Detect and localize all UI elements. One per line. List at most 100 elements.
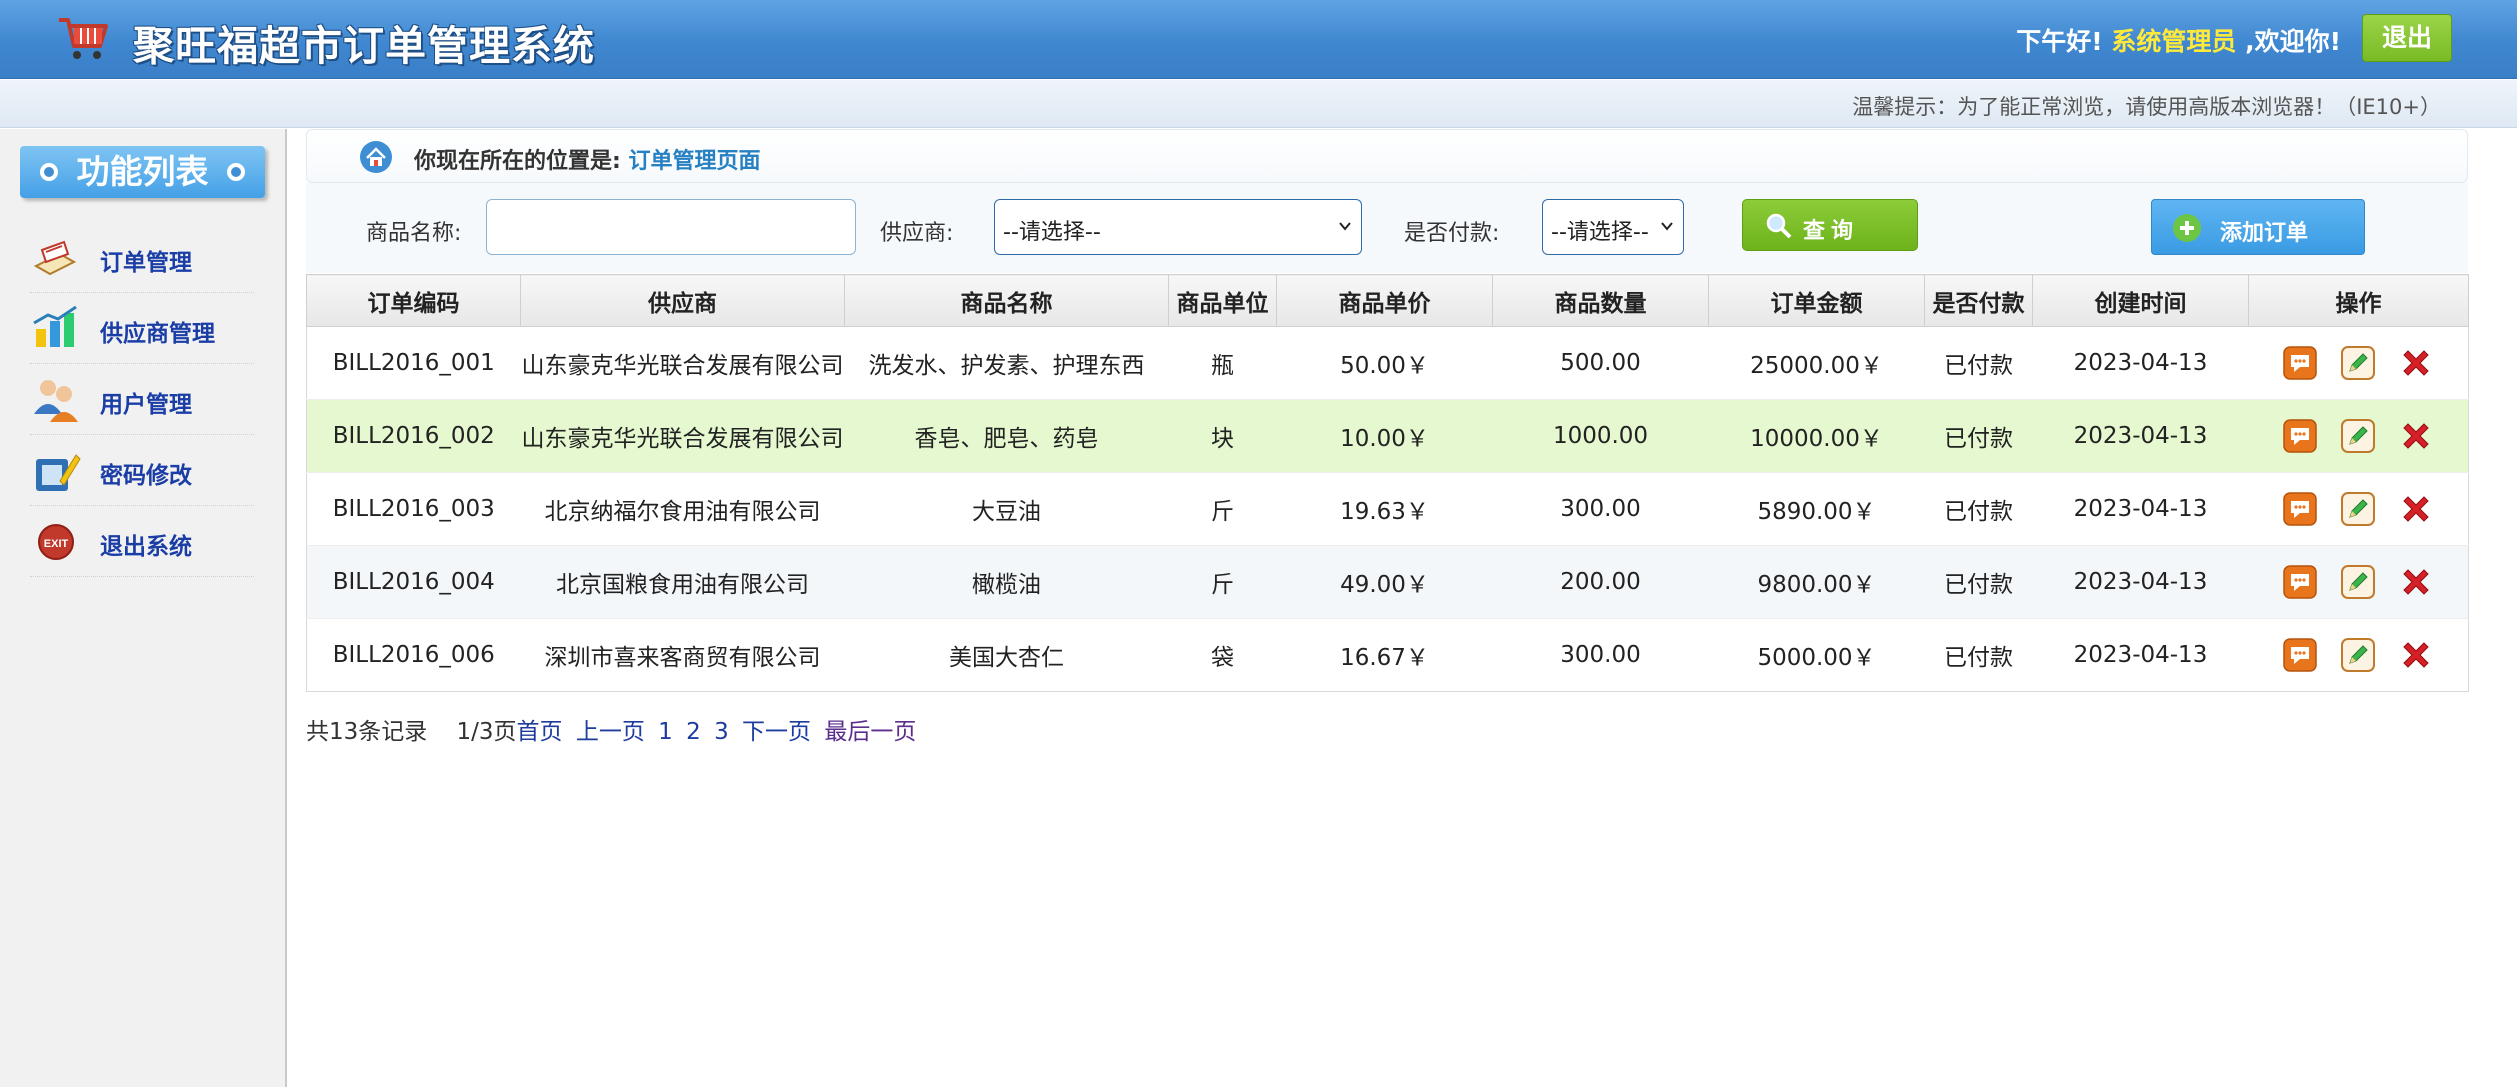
table-row: BILL2016_003 北京纳福尔食用油有限公司 大豆油斤 19.63￥ 300.00… <box>306 472 2469 546</box>
table-row: BILL2016_001 山东豪克华光联合发展有限公司 洗发水、护发素、护理东西瓶 5… <box>306 326 2469 400</box>
breadcrumb-text: 你现在所在的位置是: 订单管理页面 <box>414 143 761 175</box>
delete-icon[interactable] <box>2398 564 2434 600</box>
actions-cell <box>2248 472 2469 546</box>
users-icon <box>34 380 78 422</box>
row-actions <box>2249 345 2468 381</box>
table-cell: 300.00 <box>1492 472 1709 546</box>
svg-text:EXIT: EXIT <box>44 538 69 550</box>
current-user: 系统管理员 <box>2111 27 2237 56</box>
browser-notice: 温馨提示：为了能正常浏览，请使用高版本浏览器！（IE10+） <box>1852 95 2441 119</box>
sidebar-item-label: 用户管理 <box>100 392 192 418</box>
edit-icon[interactable] <box>2340 345 2376 381</box>
column-header: 商品单价 <box>1276 274 1493 327</box>
table-cell: 500.00 <box>1492 326 1709 400</box>
function-list-title: 功能列表 <box>20 146 265 198</box>
first-page-link[interactable]: 首页 <box>517 719 563 745</box>
table-cell: 已付款 <box>1924 326 2033 400</box>
sidebar-item-exit[interactable]: EXIT 退出系统 <box>30 506 254 577</box>
row-actions <box>2249 637 2468 673</box>
actions-cell <box>2248 326 2469 400</box>
view-icon[interactable] <box>2282 637 2318 673</box>
table-cell: 北京纳福尔食用油有限公司 <box>520 472 845 546</box>
breadcrumb-current: 订单管理页面 <box>628 149 761 174</box>
chevron-down-icon <box>1339 222 1351 231</box>
greeting: 下午好! 系统管理员 ,欢迎你! <box>2016 22 2341 58</box>
page-link-1[interactable]: 1 <box>658 719 673 745</box>
view-icon[interactable] <box>2282 418 2318 454</box>
add-order-label: 添加订单 <box>2220 221 2309 246</box>
table-cell: 洗发水、护发素、护理东西 <box>844 326 1169 400</box>
product-name-label: 商品名称: <box>366 221 462 246</box>
paid-label: 是否付款: <box>1404 221 1500 246</box>
page-link-3[interactable]: 3 <box>714 719 729 745</box>
table-cell: 50.00￥ <box>1276 326 1493 400</box>
row-actions <box>2249 491 2468 527</box>
prev-page-link[interactable]: 上一页 <box>576 719 645 745</box>
table-header-row: 订单编码 供应商 商品名称 商品单位 商品单价 商品数量 订单金额 是否付款 创… <box>306 274 2469 327</box>
sidebar-item-users[interactable]: 用户管理 <box>30 364 254 435</box>
app-title: 聚旺福超市订单管理系统 <box>133 22 595 70</box>
total-records: 共13条记录 <box>306 719 428 745</box>
table-cell: 49.00￥ <box>1276 545 1493 619</box>
function-list-label: 功能列表 <box>76 152 209 191</box>
table-cell: 山东豪克华光联合发展有限公司 <box>520 326 845 400</box>
table-cell: 25000.00￥ <box>1708 326 1925 400</box>
breadcrumb-prefix: 你现在所在的位置是: <box>414 149 621 174</box>
sidebar-item-label: 退出系统 <box>100 534 192 560</box>
table-cell: 山东豪克华光联合发展有限公司 <box>520 399 845 473</box>
supplier-select-value: --请选择-- <box>1003 220 1101 245</box>
delete-icon[interactable] <box>2398 345 2434 381</box>
column-header: 订单金额 <box>1708 274 1925 327</box>
table-row: BILL2016_002 山东豪克华光联合发展有限公司 香皂、肥皂、药皂块 10.00… <box>306 399 2469 473</box>
view-icon[interactable] <box>2282 345 2318 381</box>
home-icon <box>360 141 392 173</box>
last-page-link[interactable]: 最后一页 <box>824 719 916 745</box>
bullet-icon <box>227 163 245 181</box>
table-cell: 已付款 <box>1924 472 2033 546</box>
table-cell: 已付款 <box>1924 545 2033 619</box>
table-cell: BILL2016_003 <box>306 472 521 546</box>
edit-icon[interactable] <box>2340 637 2376 673</box>
page-indicator: 1/3页 <box>456 719 517 745</box>
chevron-down-icon <box>1661 222 1673 231</box>
table-row: BILL2016_004 北京国粮食用油有限公司 橄榄油斤 49.00￥ 200.00 9… <box>306 545 2469 619</box>
table-cell: 北京国粮食用油有限公司 <box>520 545 845 619</box>
table-cell: 300.00 <box>1492 618 1709 692</box>
table-cell: 19.63￥ <box>1276 472 1493 546</box>
table-cell: BILL2016_001 <box>306 326 521 400</box>
table-row: BILL2016_006 深圳市喜来客商贸有限公司 美国大杏仁袋 16.67￥ 300.… <box>306 618 2469 692</box>
page-link-2[interactable]: 2 <box>686 719 701 745</box>
greeting-suffix: ,欢迎你! <box>2245 27 2341 56</box>
supplier-label: 供应商: <box>880 221 954 246</box>
delete-icon[interactable] <box>2398 491 2434 527</box>
sidebar-item-orders[interactable]: 订单管理 <box>30 222 254 293</box>
paid-select-value: --请选择-- <box>1551 220 1649 245</box>
product-name-input[interactable] <box>486 199 856 255</box>
table-cell: 美国大杏仁 <box>844 618 1169 692</box>
table-cell: 斤 <box>1168 472 1277 546</box>
edit-icon[interactable] <box>2340 564 2376 600</box>
sidebar-item-suppliers[interactable]: 供应商管理 <box>30 293 254 364</box>
actions-cell <box>2248 545 2469 619</box>
query-button[interactable]: 查询 <box>1742 199 1918 251</box>
next-page-link[interactable]: 下一页 <box>742 719 811 745</box>
add-order-button[interactable]: 添加订单 <box>2151 199 2365 255</box>
logout-button[interactable]: 退出 <box>2362 14 2452 62</box>
delete-icon[interactable] <box>2398 418 2434 454</box>
supplier-icon <box>33 305 77 347</box>
sidebar: 功能列表 订单管理 供应商管理 用户管理 密码修改 EXIT 退出系统 <box>0 129 287 1087</box>
view-icon[interactable] <box>2282 564 2318 600</box>
shopping-cart-icon <box>59 18 108 59</box>
view-icon[interactable] <box>2282 491 2318 527</box>
edit-icon[interactable] <box>2340 418 2376 454</box>
edit-icon[interactable] <box>2340 491 2376 527</box>
delete-icon[interactable] <box>2398 637 2434 673</box>
bullet-icon <box>40 163 58 181</box>
table-cell: 2023-04-13 <box>2032 326 2249 400</box>
table-cell: 香皂、肥皂、药皂 <box>844 399 1169 473</box>
supplier-select[interactable]: --请选择-- <box>994 199 1362 255</box>
table-cell: 2023-04-13 <box>2032 472 2249 546</box>
search-icon <box>1766 213 1792 239</box>
sidebar-item-password[interactable]: 密码修改 <box>30 435 254 506</box>
paid-select[interactable]: --请选择-- <box>1542 199 1684 255</box>
